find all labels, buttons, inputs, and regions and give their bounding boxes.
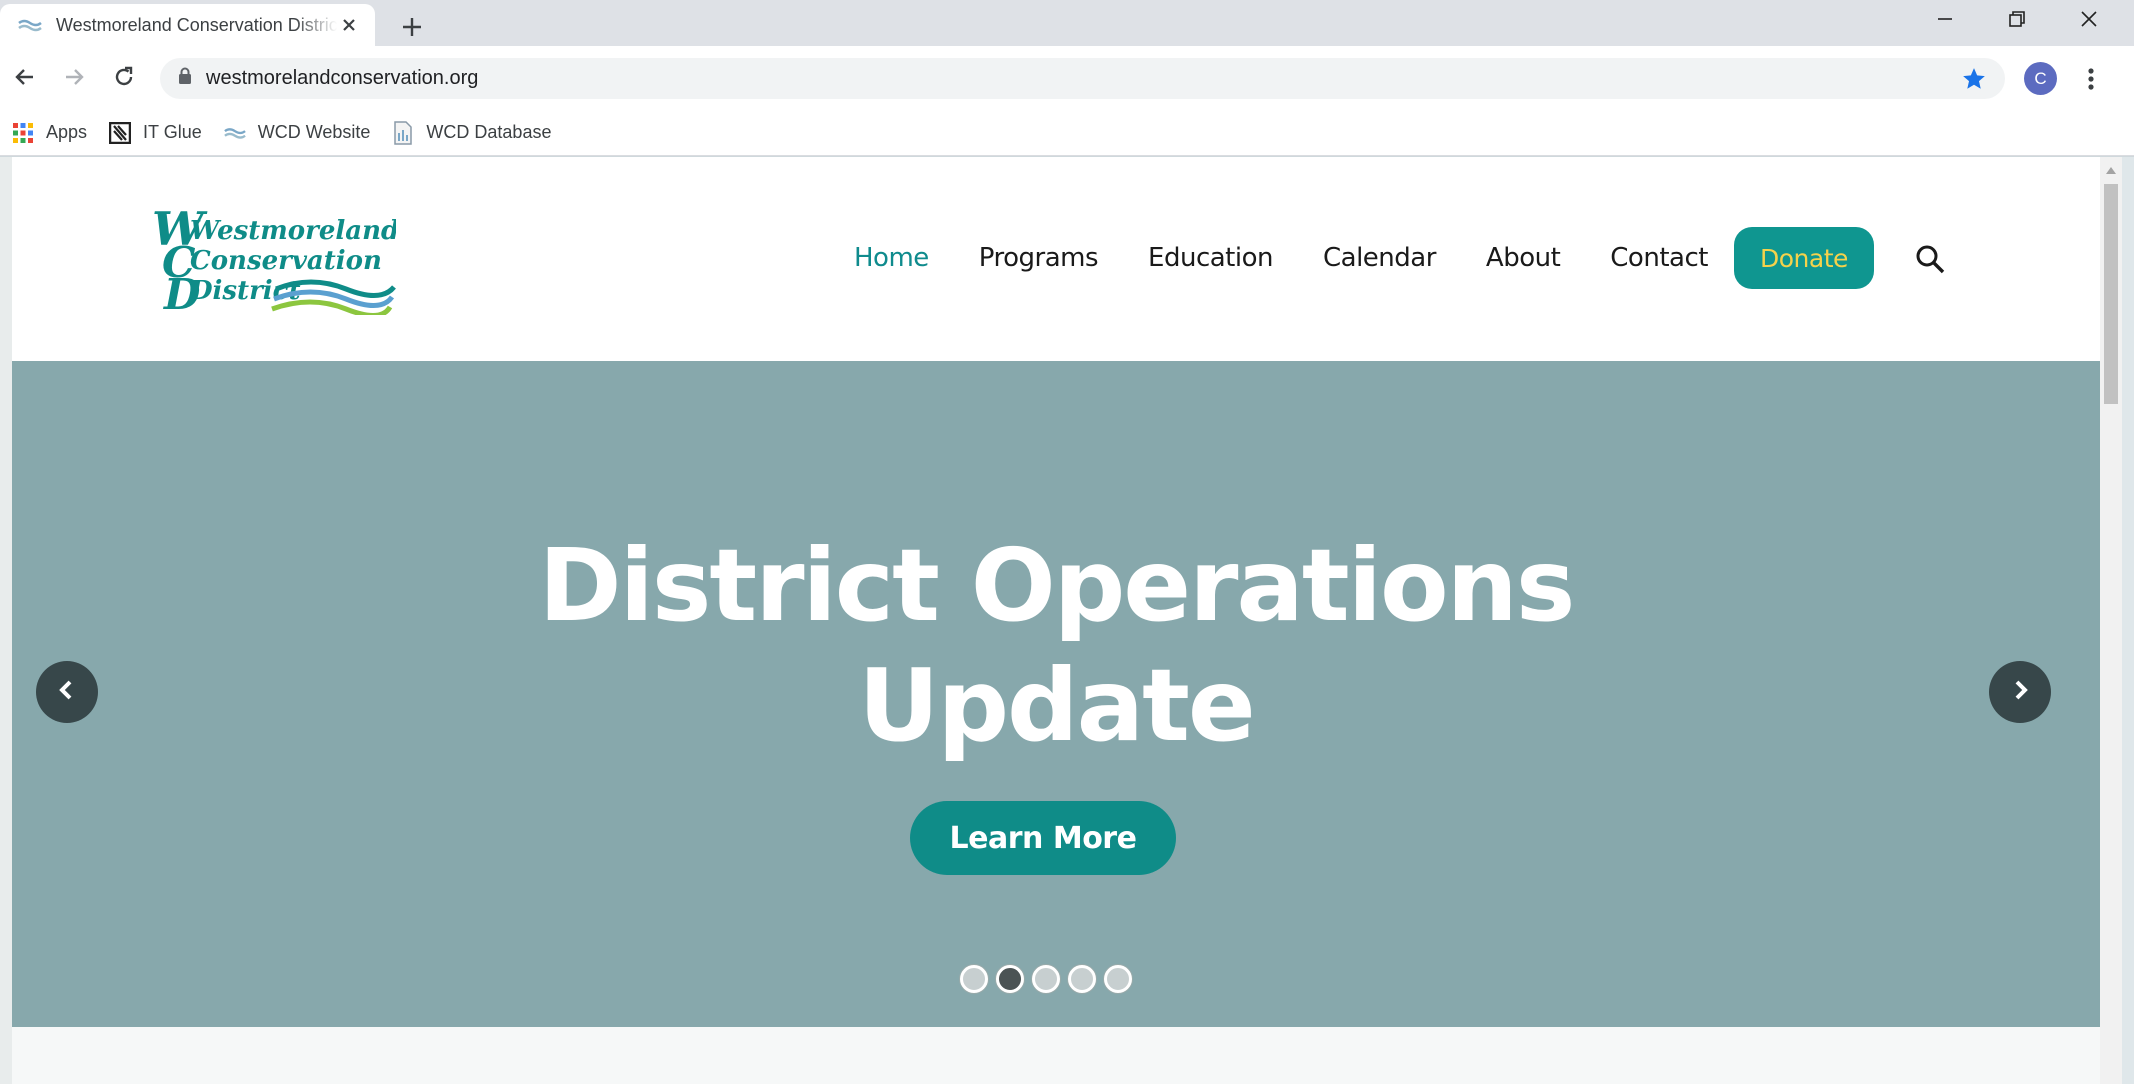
bookmark-label: Apps <box>46 122 88 142</box>
next-slide-button[interactable] <box>1989 661 2051 723</box>
hero-title: District Operations Update <box>12 526 2100 766</box>
content-section <box>12 1027 2100 1084</box>
nav-home[interactable]: Home <box>854 243 929 273</box>
bookmark-star-icon[interactable] <box>1959 64 1989 94</box>
logo-line-2: Conservation <box>190 246 382 276</box>
profile-avatar[interactable]: C <box>2024 62 2057 95</box>
address-bar[interactable]: westmorelandconservation.org <box>160 58 2005 99</box>
slide-dot[interactable] <box>1032 965 1060 993</box>
page-viewport: W Westmoreland C Conservation D District… <box>12 157 2100 1084</box>
wcd-favicon <box>223 122 246 144</box>
logo-line-1: Westmoreland <box>190 216 396 246</box>
learn-more-button[interactable]: Learn More <box>910 801 1176 875</box>
bookmarks-bar: Apps IT Glue WCD Website WCD Database <box>0 110 2134 156</box>
donate-button[interactable]: Donate <box>1733 227 1874 289</box>
lock-icon <box>178 67 192 90</box>
close-window-icon[interactable] <box>2069 4 2109 34</box>
browser-tab[interactable]: Westmoreland Conservation District <box>0 4 375 46</box>
back-arrow-icon[interactable] <box>8 60 42 94</box>
page-scrollbar[interactable] <box>2100 157 2122 1084</box>
slide-indicators <box>960 965 1140 993</box>
tab-title: Westmoreland Conservation District <box>56 14 337 35</box>
restore-icon[interactable] <box>1997 4 2037 34</box>
nav-programs[interactable]: Programs <box>979 243 1099 273</box>
browser-toolbar: westmorelandconservation.org C <box>0 46 2134 110</box>
hero-title-line-1: District Operations <box>538 527 1576 644</box>
hero-title-line-2: Update <box>858 647 1255 764</box>
hero-slider: District Operations Update Learn More <box>12 361 2100 1027</box>
scroll-thumb[interactable] <box>2104 184 2118 404</box>
slide-dot-active[interactable] <box>996 965 1024 993</box>
desktop-edge <box>2122 157 2134 1084</box>
search-icon[interactable] <box>1910 239 1950 279</box>
site-header: W Westmoreland C Conservation D District… <box>12 157 2100 361</box>
main-nav: Home Programs Education Calendar About C… <box>854 227 1874 289</box>
apps-grid-icon <box>12 122 34 144</box>
slide-dot[interactable] <box>960 965 988 993</box>
browser-tab-bar: Westmoreland Conservation District <box>0 0 2134 46</box>
bookmark-wcd-website[interactable]: WCD Website <box>223 122 371 144</box>
it-glue-icon <box>109 121 132 144</box>
document-icon <box>392 120 414 145</box>
wcd-logo[interactable]: W Westmoreland C Conservation D District <box>146 202 399 319</box>
reload-icon[interactable] <box>107 60 141 94</box>
prev-slide-button[interactable] <box>36 661 98 723</box>
chevron-left-icon <box>56 679 78 706</box>
bookmark-label: WCD Database <box>426 122 552 142</box>
minimize-icon[interactable] <box>1925 4 1965 34</box>
nav-contact[interactable]: Contact <box>1610 243 1708 273</box>
bookmark-label: WCD Website <box>257 122 371 142</box>
nav-education[interactable]: Education <box>1148 243 1273 273</box>
wcd-favicon <box>18 18 42 32</box>
new-tab-icon[interactable] <box>395 10 429 44</box>
more-menu-icon[interactable] <box>2074 62 2108 96</box>
slide-dot[interactable] <box>1068 965 1096 993</box>
close-tab-icon[interactable] <box>337 13 361 37</box>
bookmark-it-glue[interactable]: IT Glue <box>109 121 202 144</box>
scroll-up-arrow-icon[interactable] <box>2100 161 2122 179</box>
bookmark-apps[interactable]: Apps <box>12 122 87 144</box>
logo-line-3: District <box>189 276 301 306</box>
bookmark-wcd-database[interactable]: WCD Database <box>392 120 552 145</box>
nav-calendar[interactable]: Calendar <box>1323 243 1436 273</box>
desktop-edge <box>0 157 12 1084</box>
slide-dot[interactable] <box>1104 965 1132 993</box>
chevron-right-icon <box>2009 679 2031 706</box>
nav-about[interactable]: About <box>1486 243 1561 273</box>
url-text: westmorelandconservation.org <box>206 67 479 89</box>
forward-arrow-icon[interactable] <box>57 60 91 94</box>
bookmark-label: IT Glue <box>143 122 202 142</box>
